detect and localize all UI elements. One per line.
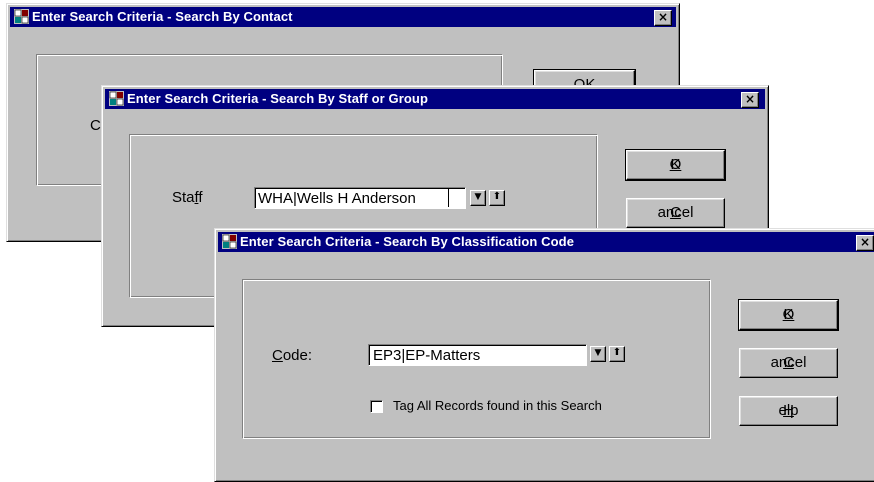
staff-combo-value: WHA|Wells H Anderson [258,190,416,207]
staff-dropdown-button[interactable]: ▼ [470,190,486,206]
classification-lookup-button[interactable]: ⬆ [609,346,625,362]
classification-title-bar[interactable]: Enter Search Criteria - Search By Classi… [218,232,874,252]
close-icon: × [657,10,669,24]
contact-title-bar[interactable]: Enter Search Criteria - Search By Contac… [10,7,676,27]
lookup-arrow-icon: ⬆ [612,347,622,358]
staff-title-text: Enter Search Criteria - Search By Staff … [127,91,428,106]
contact-partial-label: C [90,117,101,134]
staff-close-button[interactable]: × [741,92,759,108]
contact-close-button[interactable]: × [654,10,672,26]
tag-all-records-checkbox[interactable] [370,400,383,413]
staff-field-label: Staff [172,189,203,206]
staff-combo[interactable]: WHA|Wells H Anderson [254,187,466,209]
app-window-icon [109,91,124,106]
staff-title-bar[interactable]: Enter Search Criteria - Search By Staff … [105,89,765,109]
close-icon: × [744,92,756,106]
classification-cancel-label: Cancel [770,354,807,371]
classification-help-button[interactable]: Help [739,396,838,426]
classification-combo[interactable]: EP3|EP-Matters [368,344,587,366]
chevron-down-icon: ▼ [594,348,602,358]
chevron-down-icon: ▼ [474,192,482,202]
classification-field-label: Code: [272,347,313,364]
classification-ok-label: OK [782,306,795,323]
classification-search-dialog: Enter Search Criteria - Search By Classi… [214,228,874,482]
staff-cancel-label: Cancel [657,204,694,221]
app-window-icon [222,234,237,249]
contact-title-text: Enter Search Criteria - Search By Contac… [32,9,293,24]
classification-dropdown-button[interactable]: ▼ [590,346,606,362]
lookup-arrow-icon: ⬆ [492,191,502,202]
staff-cancel-button[interactable]: Cancel [626,198,725,228]
tag-all-records-label: Tag All Records found in this Search [393,398,602,413]
staff-ok-button[interactable]: OK [625,149,726,181]
classification-title-text: Enter Search Criteria - Search By Classi… [240,234,575,249]
classification-cancel-button[interactable]: Cancel [739,348,838,378]
classification-ok-button[interactable]: OK [738,299,839,331]
staff-ok-label: OK [669,156,682,173]
classification-close-button[interactable]: × [856,235,874,251]
text-cursor [448,189,449,207]
classification-help-label: Help [778,402,799,419]
app-window-icon [14,9,29,24]
classification-combo-value: EP3|EP-Matters [373,347,481,364]
staff-lookup-button[interactable]: ⬆ [489,190,505,206]
close-icon: × [859,235,871,249]
